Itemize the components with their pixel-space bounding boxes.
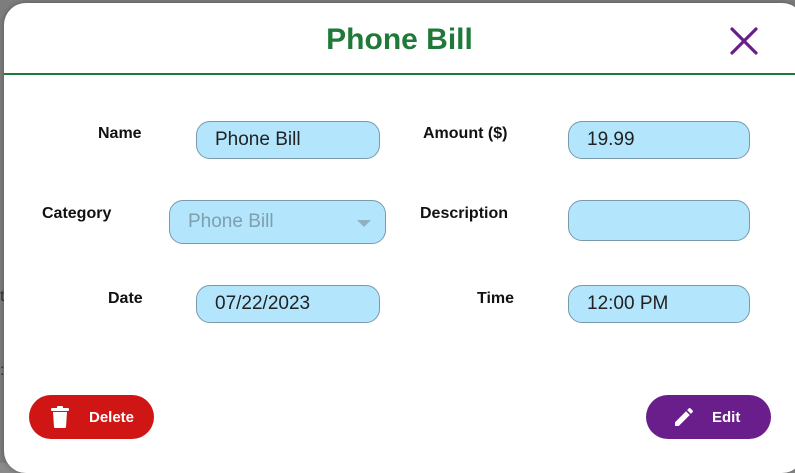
category-select[interactable]: Phone Bill [169,200,386,244]
amount-label: Amount ($) [423,125,508,142]
pencil-icon [675,407,694,426]
time-label: Time [477,290,515,307]
date-field[interactable]: 07/22/2023 [196,285,380,323]
dialog-header: Phone Bill [4,3,795,75]
bill-dialog: Phone Bill Name Phone Bill Amount ($) 19… [4,3,795,473]
edit-button-label: Edit [712,408,741,426]
chevron-down-icon [357,220,371,227]
edit-button[interactable]: Edit [646,395,771,439]
delete-button[interactable]: Delete [29,395,154,439]
delete-button-label: Delete [89,408,135,426]
category-label: Category [42,205,112,222]
date-label: Date [108,290,143,307]
amount-field[interactable]: 19.99 [568,121,750,159]
description-field[interactable] [568,200,750,241]
dialog-title: Phone Bill [326,23,473,56]
trash-icon [51,406,69,428]
time-field[interactable]: 12:00 PM [568,285,750,323]
description-label: Description [420,205,509,222]
name-field[interactable]: Phone Bill [196,121,380,159]
name-label: Name [98,125,142,142]
category-selected-value: Phone Bill [188,211,274,232]
close-icon [730,27,758,55]
close-button[interactable] [728,25,760,57]
